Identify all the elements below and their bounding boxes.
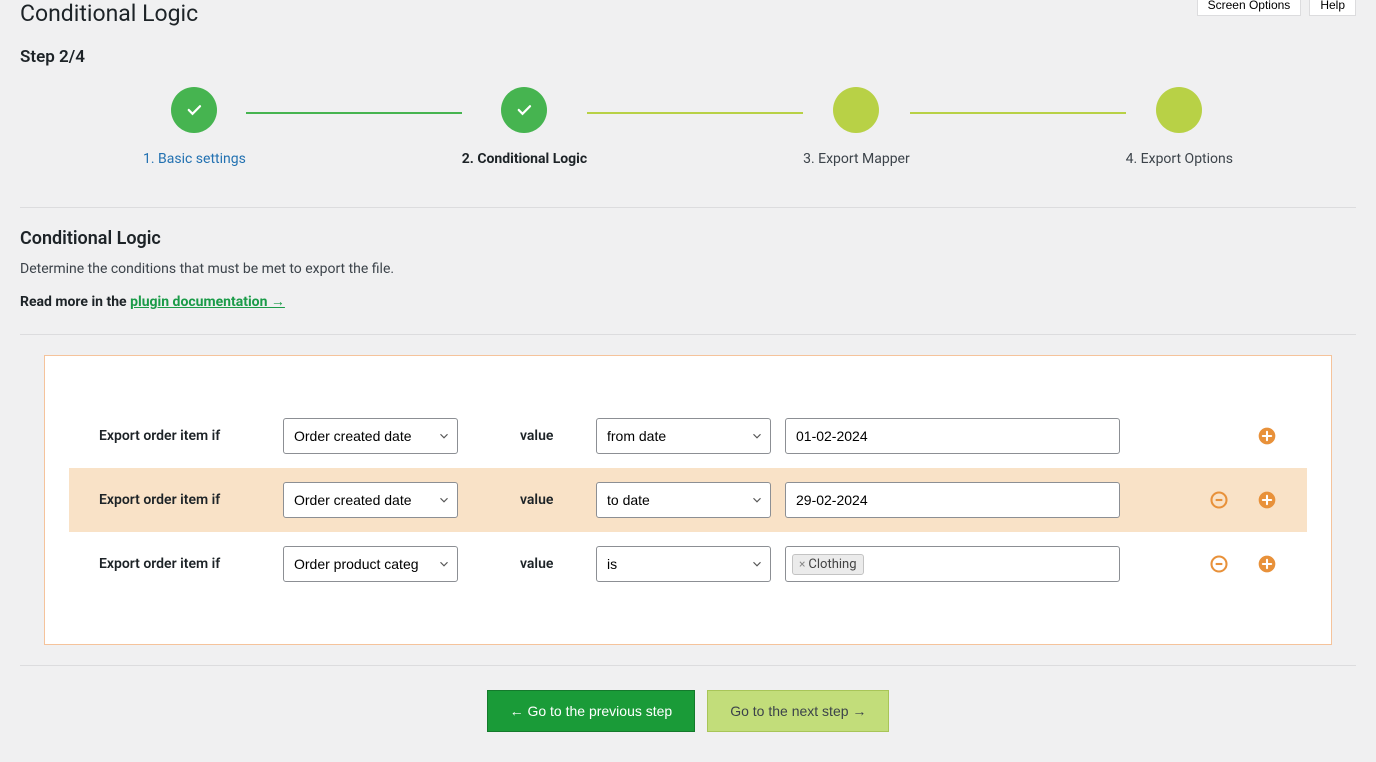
step-connector <box>246 112 462 114</box>
check-icon <box>185 101 203 119</box>
tag-remove-icon[interactable]: × <box>799 557 805 571</box>
doc-line: Read more in the plugin documentation → <box>20 293 1356 310</box>
step-3-label: 3. Export Mapper <box>803 151 910 167</box>
operator-select[interactable]: to date <box>596 482 771 518</box>
field-select[interactable]: Order created date <box>283 482 458 518</box>
tag-input[interactable]: × Clothing <box>785 546 1120 582</box>
rule-label: Export order item if <box>99 492 269 508</box>
rule-row: Export order item if Order product categ… <box>69 532 1307 596</box>
value-input[interactable] <box>785 482 1120 518</box>
value-label: value <box>472 556 582 572</box>
remove-rule-button[interactable] <box>1209 490 1229 510</box>
screen-options-button[interactable]: Screen Options <box>1197 0 1302 16</box>
minus-circle-icon <box>1209 554 1229 574</box>
operator-select[interactable]: from date <box>596 418 771 454</box>
plus-circle-icon <box>1257 554 1277 574</box>
add-rule-button[interactable] <box>1257 554 1277 574</box>
minus-circle-icon <box>1209 490 1229 510</box>
step-count: Step 2/4 <box>20 47 1356 67</box>
wizard-stepper: 1. Basic settings 2. Conditional Logic 3… <box>103 87 1273 167</box>
section-title: Conditional Logic <box>20 228 1356 249</box>
step-3-circle <box>833 87 879 133</box>
help-button[interactable]: Help <box>1309 0 1356 16</box>
next-step-button[interactable]: Go to the next step → <box>707 690 889 732</box>
operator-select[interactable]: is <box>596 546 771 582</box>
doc-prefix: Read more in the <box>20 294 130 310</box>
check-icon <box>515 101 533 119</box>
rules-container: Export order item if Order created date … <box>44 355 1332 645</box>
add-rule-button[interactable] <box>1257 490 1277 510</box>
field-select[interactable]: Order product categ <box>283 546 458 582</box>
step-2-circle <box>501 87 547 133</box>
step-4-label: 4. Export Options <box>1126 151 1233 167</box>
rule-row: Export order item if Order created date … <box>69 468 1307 532</box>
add-rule-button[interactable] <box>1257 426 1277 446</box>
step-connector <box>587 112 803 114</box>
divider <box>20 665 1356 666</box>
plus-circle-icon <box>1257 426 1277 446</box>
divider <box>20 207 1356 208</box>
section-description: Determine the conditions that must be me… <box>20 261 1356 277</box>
step-connector <box>910 112 1126 114</box>
rule-row: Export order item if Order created date … <box>69 404 1307 468</box>
value-label: value <box>472 428 582 444</box>
value-label: value <box>472 492 582 508</box>
page-title: Conditional Logic <box>20 0 198 27</box>
rule-label: Export order item if <box>99 556 269 572</box>
plus-circle-icon <box>1257 490 1277 510</box>
step-1-circle[interactable] <box>171 87 217 133</box>
tag-label: Clothing <box>808 557 856 572</box>
previous-step-button[interactable]: ← Go to the previous step <box>487 690 696 732</box>
rule-label: Export order item if <box>99 428 269 444</box>
value-input[interactable] <box>785 418 1120 454</box>
tag-chip: × Clothing <box>792 554 864 575</box>
step-2-label: 2. Conditional Logic <box>462 151 587 167</box>
step-4-circle <box>1156 87 1202 133</box>
documentation-link[interactable]: plugin documentation → <box>130 294 285 310</box>
step-1-label[interactable]: 1. Basic settings <box>143 151 246 167</box>
remove-rule-button[interactable] <box>1209 554 1229 574</box>
divider <box>20 334 1356 335</box>
field-select[interactable]: Order created date <box>283 418 458 454</box>
